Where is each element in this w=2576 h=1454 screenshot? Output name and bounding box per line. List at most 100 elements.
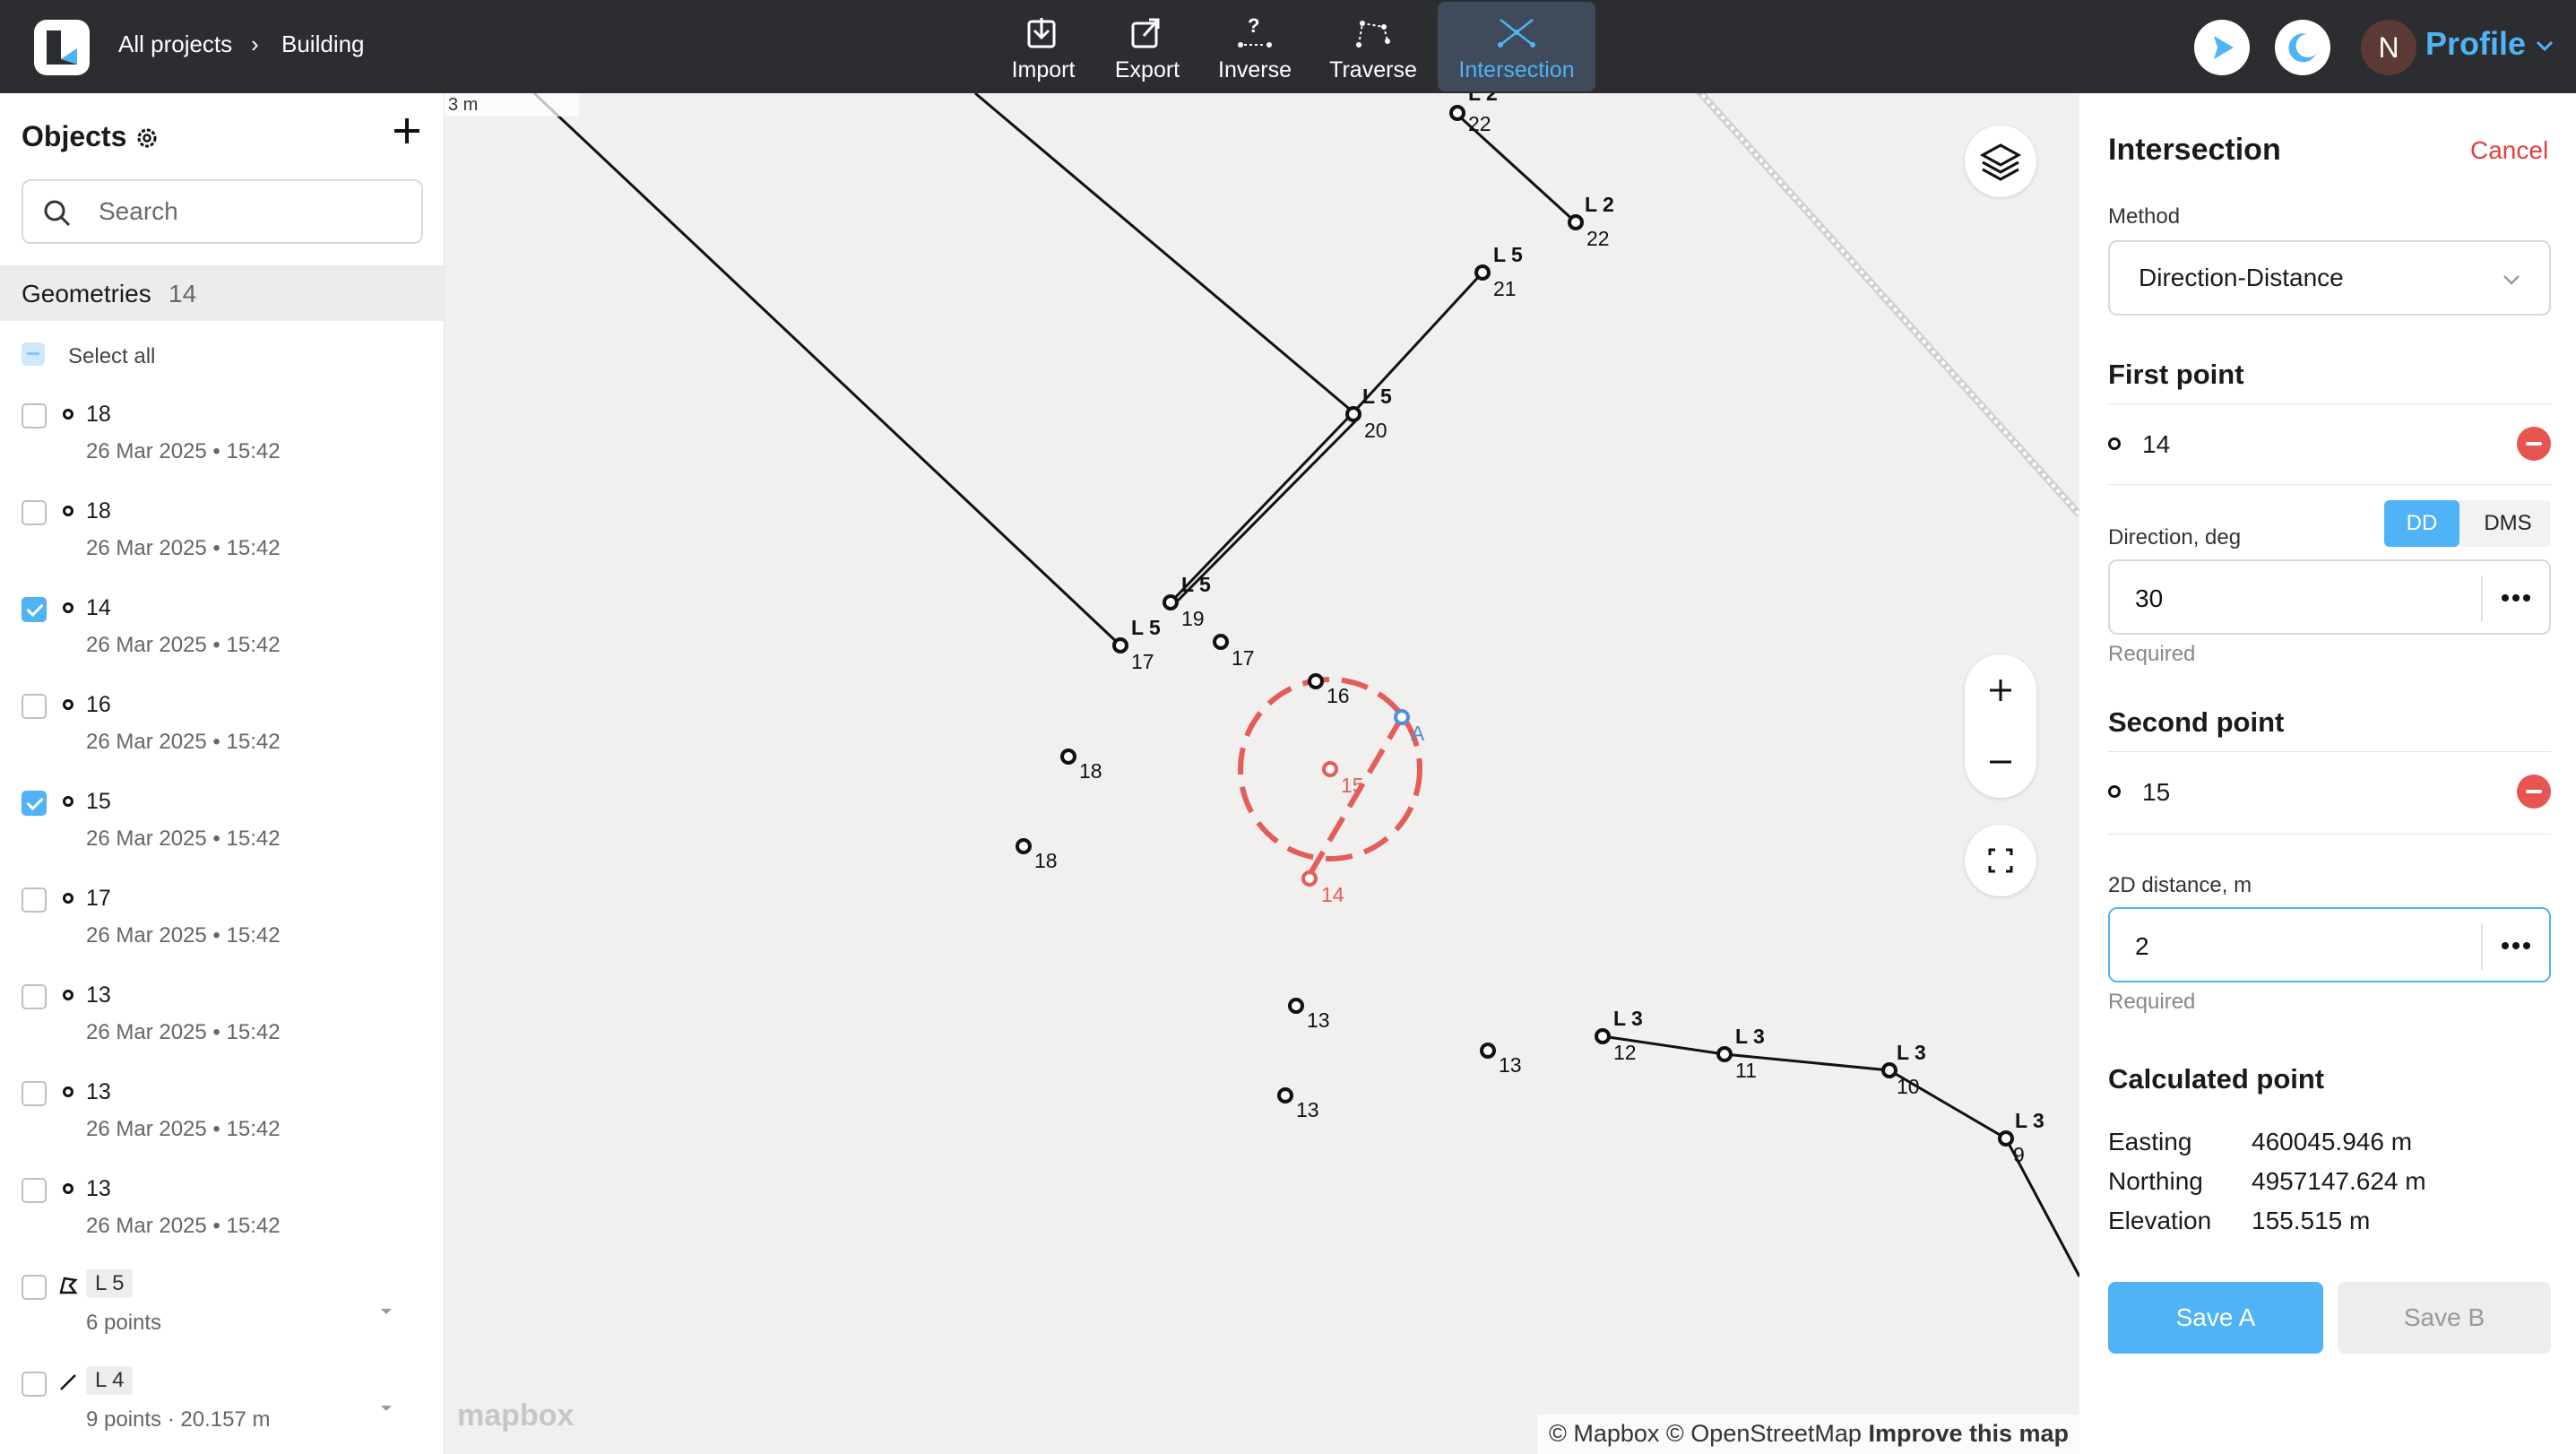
app-logo[interactable] (34, 20, 90, 75)
list-item[interactable]: 13 26 Mar 2025 • 15:42 (0, 1072, 444, 1169)
list-item[interactable]: 16 26 Mar 2025 • 15:42 (0, 685, 444, 782)
second-point-name: 15 (2142, 778, 2171, 806)
item-name: 13 (86, 1176, 111, 1201)
distance-field (2108, 907, 2551, 982)
breadcrumb-building[interactable]: Building (281, 30, 365, 58)
moon-icon (2288, 33, 2316, 63)
layers-button[interactable] (1965, 125, 2036, 197)
map-label: L 2 (1585, 193, 1614, 216)
more-options-icon[interactable] (2494, 925, 2538, 966)
map-label: A (1411, 722, 1425, 745)
second-point-row: 15 (2108, 769, 2551, 814)
tool-intersection-label: Intersection (1458, 57, 1575, 82)
tool-intersection-button[interactable]: Intersection (1438, 2, 1595, 91)
breadcrumb-all-projects[interactable]: All projects (118, 30, 232, 58)
tool-export-button[interactable]: Export (1085, 2, 1210, 91)
list-item[interactable]: 18 26 Mar 2025 • 15:42 (0, 491, 444, 588)
traverse-icon (1356, 21, 1390, 48)
chevron-down-icon (2503, 275, 2520, 285)
method-select[interactable]: Direction-Distance (2108, 240, 2551, 316)
list-item[interactable]: 14 26 Mar 2025 • 15:42 (0, 588, 444, 685)
map-label: 14 (1321, 883, 1344, 906)
item-checkbox[interactable] (22, 1275, 47, 1300)
chevron-down-icon[interactable] (2531, 32, 2558, 59)
expand-chevron-icon[interactable] (376, 1302, 396, 1321)
point-icon (63, 893, 73, 904)
avatar[interactable]: N (2361, 20, 2416, 75)
easting-label: Easting (2108, 1128, 2192, 1155)
item-checkbox[interactable] (22, 403, 47, 428)
item-subtitle: 9 points · 20.157 m (86, 1407, 271, 1432)
save-a-button[interactable]: Save A (2108, 1282, 2323, 1354)
item-name: 18 (86, 498, 111, 524)
cancel-button[interactable]: Cancel (2470, 136, 2548, 165)
item-checkbox[interactable] (22, 597, 47, 622)
item-subtitle: 26 Mar 2025 • 15:42 (86, 1020, 281, 1044)
dark-mode-button[interactable] (2275, 20, 2330, 75)
list-item[interactable]: 13 26 Mar 2025 • 15:42 (0, 1169, 444, 1266)
item-checkbox[interactable] (22, 500, 47, 525)
map-attribution: © Mapbox © OpenStreetMap Improve this ma… (1537, 1415, 2079, 1454)
map-label: 22 (1586, 227, 1610, 250)
second-point-title: Second point (2108, 706, 2285, 738)
list-item[interactable]: 18 26 Mar 2025 • 15:42 (0, 394, 444, 491)
map-view[interactable]: L 2 22 L 2 22 L 5 21 L 5 20 L 5 19 L 5 1… (445, 93, 2079, 1454)
add-object-button[interactable] (389, 113, 425, 149)
profile-menu-label[interactable]: Profile (2425, 25, 2526, 63)
item-checkbox[interactable] (22, 984, 47, 1009)
inverse-icon: ? (1238, 14, 1272, 48)
distance-input[interactable] (2135, 929, 2476, 965)
direction-input[interactable] (2135, 581, 2476, 617)
first-point-title: First point (2108, 359, 2244, 390)
item-checkbox[interactable] (22, 1178, 47, 1203)
attribution-text[interactable]: © Mapbox © OpenStreetMap (1549, 1420, 1862, 1447)
list-item[interactable]: L 5 6 points (0, 1266, 444, 1363)
remove-first-point-button[interactable] (2517, 427, 2551, 461)
item-checkbox[interactable] (22, 1081, 47, 1106)
remove-second-point-button[interactable] (2517, 775, 2551, 809)
point-icon (63, 1086, 73, 1097)
mapbox-logo[interactable]: mapbox (457, 1398, 574, 1433)
item-checkbox[interactable] (22, 1372, 47, 1397)
elevation-label: Elevation (2108, 1207, 2212, 1234)
point-icon (2108, 785, 2121, 798)
expand-chevron-icon[interactable] (376, 1398, 396, 1418)
gear-icon[interactable] (134, 125, 160, 151)
geometries-section-header: Geometries 14 (0, 265, 444, 321)
more-options-icon[interactable] (2494, 577, 2538, 619)
save-b-button[interactable]: Save B (2338, 1282, 2551, 1354)
search-box[interactable] (22, 179, 423, 244)
item-name: 17 (86, 886, 111, 911)
item-checkbox[interactable] (22, 887, 47, 913)
point-icon (63, 1183, 73, 1194)
map-label: L 5 (1362, 385, 1392, 408)
item-subtitle: 26 Mar 2025 • 15:42 (86, 1117, 281, 1141)
toggle-dd[interactable]: DD (2384, 500, 2459, 547)
zoom-control (1965, 654, 2036, 798)
calculated-point-title: Calculated point (2108, 1063, 2325, 1095)
item-checkbox[interactable] (22, 694, 47, 719)
angle-format-toggle: DD DMS (2384, 500, 2551, 547)
toggle-dms[interactable]: DMS (2470, 500, 2546, 547)
map-canvas[interactable]: L 2 22 L 2 22 L 5 21 L 5 20 L 5 19 L 5 1… (445, 93, 2079, 1454)
tool-inverse-button[interactable]: ? Inverse (1192, 2, 1318, 91)
select-all-label[interactable]: Select all (68, 344, 155, 369)
select-all-checkbox[interactable] (22, 342, 45, 366)
tool-traverse-button[interactable]: Traverse (1310, 2, 1436, 91)
improve-map-link[interactable]: Improve this map (1868, 1420, 2069, 1447)
item-name: 18 (86, 402, 111, 427)
point-icon (63, 796, 73, 807)
fullscreen-button[interactable] (1965, 825, 2036, 896)
item-checkbox[interactable] (22, 791, 47, 816)
zoom-in-button[interactable] (1965, 654, 2036, 726)
search-input[interactable] (99, 194, 403, 229)
list-item[interactable]: L 4 9 points · 20.157 m (0, 1363, 444, 1454)
list-item[interactable]: 17 26 Mar 2025 • 15:42 (0, 878, 444, 975)
item-subtitle: 26 Mar 2025 • 15:42 (86, 536, 281, 560)
list-item[interactable]: 13 26 Mar 2025 • 15:42 (0, 975, 444, 1072)
zoom-out-button[interactable] (1965, 726, 2036, 798)
location-button[interactable] (2194, 20, 2250, 75)
list-item[interactable]: 15 26 Mar 2025 • 15:42 (0, 782, 444, 878)
layers-icon (1979, 143, 2022, 181)
map-label: L 2 (1468, 93, 1498, 105)
